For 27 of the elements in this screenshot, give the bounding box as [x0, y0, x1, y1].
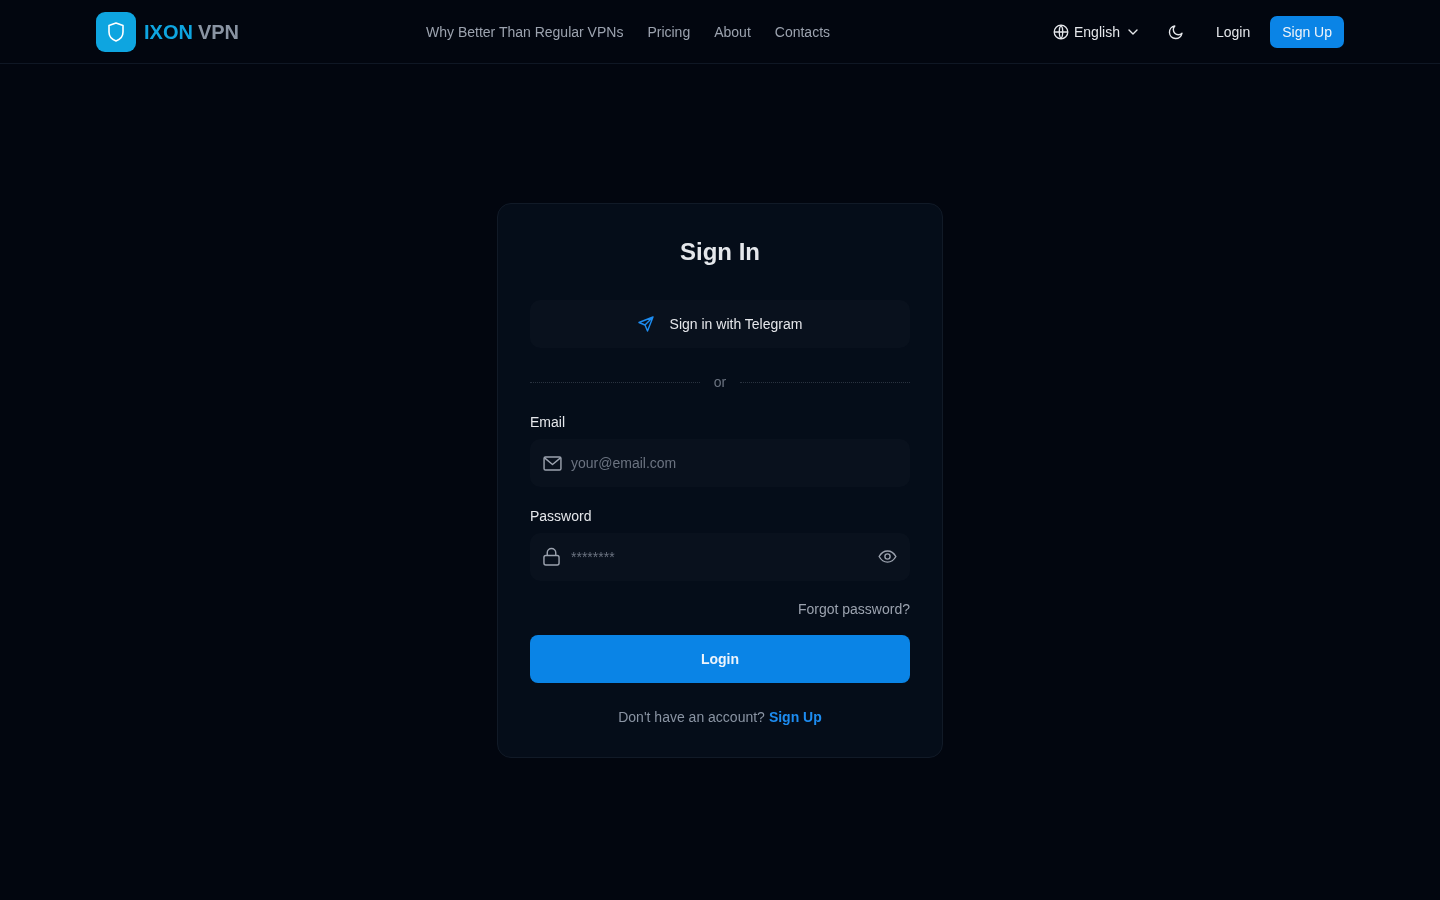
- email-field[interactable]: your@email.com: [530, 439, 910, 487]
- eye-icon[interactable]: [878, 550, 897, 563]
- shield-logo-icon[interactable]: [96, 12, 136, 52]
- nav-link[interactable]: About: [714, 24, 751, 40]
- brand-suffix: VPN: [197, 20, 240, 44]
- brand-name: IXON: [144, 20, 193, 44]
- telegram-sign-in-button[interactable]: Sign in with Telegram: [530, 300, 910, 348]
- sign-up-link[interactable]: Sign Up: [768, 709, 822, 725]
- password-field[interactable]: ********: [530, 533, 910, 581]
- moon-icon: [1167, 24, 1184, 40]
- chevron-down-icon: [1127, 29, 1138, 35]
- paper-plane-icon: [637, 316, 654, 332]
- card-title: Sign In: [680, 237, 760, 267]
- language-selector[interactable]: English: [1053, 20, 1138, 44]
- field-label: Email: [530, 413, 565, 431]
- sign-up-button[interactable]: Sign Up: [1270, 16, 1344, 48]
- nav-link[interactable]: Why Better Than Regular VPNs: [426, 24, 624, 40]
- divider-label: or: [713, 374, 727, 390]
- globe-icon: [1053, 24, 1069, 40]
- envelope-icon: [543, 456, 562, 471]
- login-link[interactable]: Login: [1215, 24, 1251, 40]
- lock-icon: [543, 547, 560, 566]
- nav-link[interactable]: Contacts: [774, 24, 831, 40]
- no-account-text: Don't have an account?: [618, 709, 765, 725]
- field-label: Password: [530, 507, 592, 525]
- nav-link[interactable]: Pricing: [647, 24, 691, 40]
- forgot-password-link[interactable]: Forgot password?: [797, 601, 910, 617]
